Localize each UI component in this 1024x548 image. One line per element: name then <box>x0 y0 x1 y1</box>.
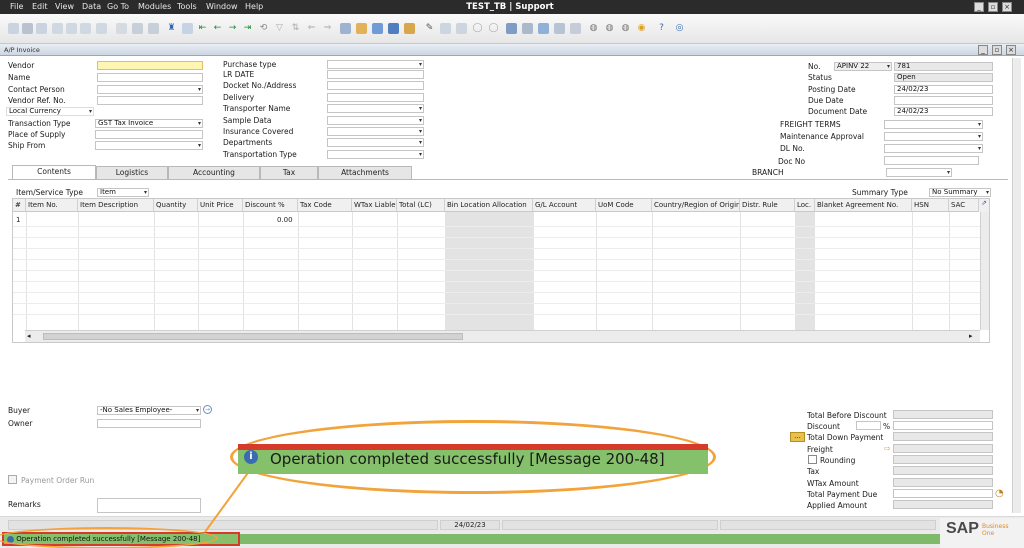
zoomed-message-text: Operation completed successfully [Messag… <box>270 450 665 468</box>
zoomed-info-icon: i <box>244 450 258 464</box>
